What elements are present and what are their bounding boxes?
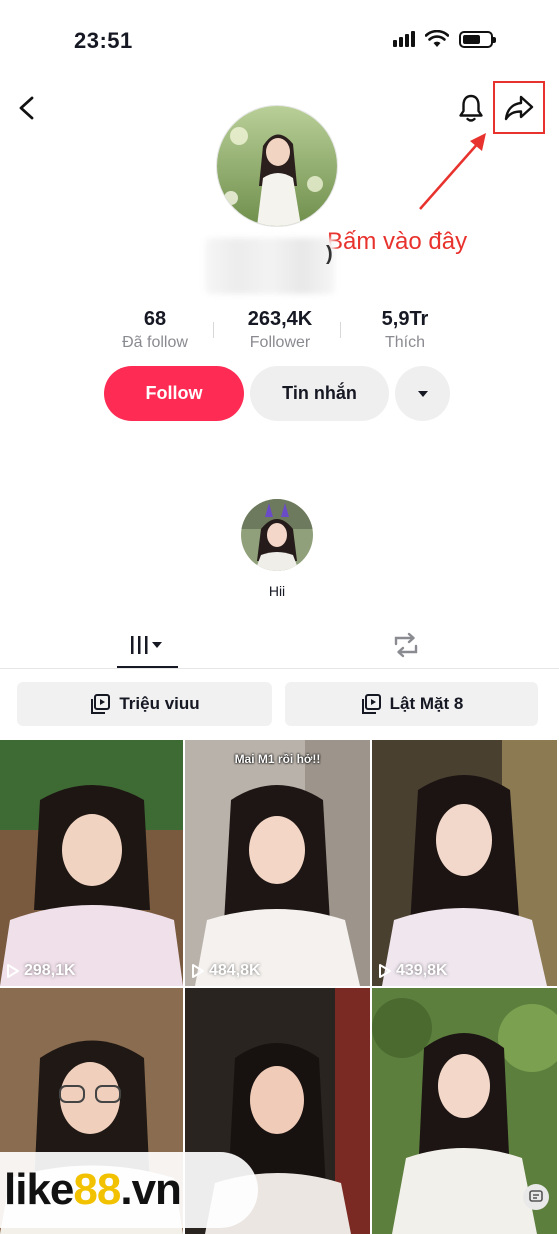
tab-divider [0,668,559,669]
video-thumbnail-image [0,740,183,986]
watermark-part2: 88 [73,1165,121,1214]
chat-button[interactable] [523,1184,549,1210]
video-caption: Mai M1 rồi hở!! [234,752,321,766]
video-thumbnail[interactable]: 298,1K [0,740,183,986]
annotation-arrow [419,133,486,210]
playlist-button[interactable]: Lật Mặt 8 [285,682,538,726]
back-button[interactable] [12,92,42,124]
stat-following-value: 68 [143,308,167,330]
playlist-label: Lật Mặt 8 [389,694,464,713]
share-arrow-icon [504,95,534,120]
stat-divider [213,322,214,338]
story-highlight[interactable] [241,499,313,571]
watermark-logo: like 88 .vn [0,1152,258,1228]
tab-reposts[interactable] [383,622,429,668]
wifi-icon [425,30,449,47]
profile-name-tail: ) [326,243,333,265]
play-icon [379,964,391,978]
stat-likes-value: 5,9Tr [381,308,429,330]
video-grid-icon [130,636,162,654]
tab-videos[interactable] [117,622,178,668]
stat-followers-label: Follower [249,334,311,351]
playlist-icon [361,694,381,714]
repost-icon [394,632,418,658]
view-count: 298,1K [6,962,76,980]
chat-icon [529,1190,543,1202]
playlist-label: Triệu viuu [119,694,200,713]
video-thumbnail-image [372,740,557,986]
stat-likes-label: Thích [384,334,425,351]
story-photo [241,499,313,571]
watermark-part3: .vn [120,1165,182,1214]
view-count-text: 298,1K [24,962,76,979]
notification-button[interactable] [455,92,487,124]
avatar-photo [217,106,337,226]
video-thumbnail-image [185,740,370,986]
stat-following-label: Đã follow [122,334,188,351]
stat-following[interactable]: 68 Đã follow [100,308,210,352]
view-count: 439,8K [378,962,448,980]
stat-followers-value: 263,4K [247,308,313,330]
video-thumbnail[interactable]: 439,8K [372,740,557,986]
share-button[interactable] [493,81,545,134]
follow-button[interactable]: Follow [104,366,244,421]
view-count-text: 484,8K [209,962,261,979]
battery-icon [459,30,496,48]
profile-avatar[interactable] [216,105,338,227]
status-icons [393,30,496,48]
signal-icon [393,31,415,47]
play-icon [7,964,19,978]
play-icon [192,964,204,978]
video-thumbnail[interactable]: Mai M1 rồi hở!! 484,8K [185,740,370,986]
playlist-icon [91,694,111,714]
view-count: 484,8K [191,962,261,980]
view-count-text: 439,8K [396,962,448,979]
profile-name-blurred [205,238,335,294]
stat-likes[interactable]: 5,9Tr Thích [350,308,460,352]
caret-down-icon [417,390,428,397]
bell-icon [459,94,483,122]
story-highlight-label: Hii [268,583,286,599]
message-button[interactable]: Tin nhắn [250,366,389,421]
watermark-part1: like [4,1165,74,1214]
stat-divider [340,322,341,338]
playlist-button[interactable]: Triệu viuu [17,682,272,726]
stat-followers[interactable]: 263,4K Follower [225,308,335,352]
annotation-text: Bấm vào đây [327,228,468,255]
status-time: 23:51 [74,28,133,53]
suggestions-dropdown-button[interactable] [395,366,450,421]
profile-stats: 68 Đã follow 263,4K Follower 5,9Tr Thích [100,308,460,352]
chevron-left-icon [19,96,34,120]
